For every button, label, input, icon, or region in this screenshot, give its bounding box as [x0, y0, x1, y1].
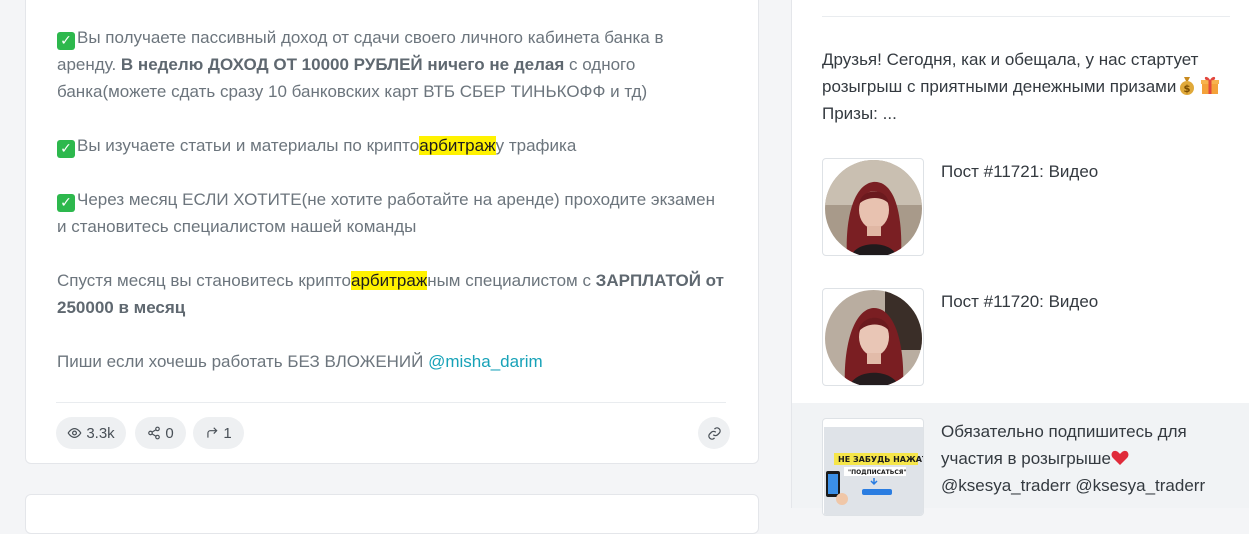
link-icon [707, 426, 721, 440]
money-bag-icon: $ [1178, 75, 1196, 95]
sidebar-intro-post[interactable]: Друзья! Сегодня, как и обещала, у нас ст… [822, 46, 1222, 127]
heart-icon [1111, 447, 1129, 465]
views-counter[interactable]: 3.3k [56, 417, 126, 449]
sidebar-divider [822, 16, 1230, 17]
post-footer-divider [56, 402, 726, 403]
shares-count: 0 [165, 424, 174, 442]
check-mark-icon: ✓ [57, 140, 75, 158]
video-thumbnail [822, 288, 924, 386]
sidebar-item-content: Обязательно подпишитесь для участия в ро… [941, 418, 1231, 499]
post-text: Через месяц ЕСЛИ ХОТИТЕ(не хотите работа… [57, 190, 715, 236]
promo-text-line1: НЕ ЗАБУДЬ НАЖАТЬ [838, 455, 924, 464]
promo-text-line2: "ПОДПИСАТЬСЯ" [848, 469, 907, 476]
svg-text:$: $ [1184, 84, 1191, 95]
check-mark-icon: ✓ [57, 32, 75, 50]
post-card: ✓ Вы получаете пассивный доход от сдачи с… [25, 0, 759, 464]
eye-icon [67, 427, 82, 439]
reposts-count: 1 [223, 424, 232, 442]
avatar [825, 160, 922, 255]
post-paragraph: Пиши если хочешь работать БЕЗ ВЛОЖЕНИЙ @… [57, 348, 727, 375]
search-highlight: арбитраж [419, 136, 496, 155]
post-paragraph: Спустя месяц вы становитесь криптоарбитр… [57, 267, 727, 321]
copy-link-button[interactable] [698, 417, 730, 449]
post-text: Пиши если хочешь работать БЕЗ ВЛОЖЕНИЙ [57, 352, 429, 371]
gift-icon [1200, 75, 1220, 95]
sidebar-item-subscribe-post[interactable]: НЕ ЗАБУДЬ НАЖАТЬ "ПОДПИСАТЬСЯ" Обязатель… [792, 403, 1249, 516]
forward-arrow-icon [207, 427, 218, 438]
sidebar-item-post-11720[interactable]: Пост #11720: Видео [792, 280, 1249, 395]
search-highlight: арбитраж [350, 271, 428, 290]
post-text: Спустя месяц вы становитесь крипто [57, 271, 351, 290]
share-nodes-icon [148, 426, 161, 440]
shares-counter[interactable]: 0 [135, 417, 186, 449]
promo-thumbnail: НЕ ЗАБУДЬ НАЖАТЬ "ПОДПИСАТЬСЯ" [822, 418, 924, 516]
post-paragraph: ✓ Вы изучаете статьи и материалы по крипт… [57, 132, 727, 159]
sidebar: Друзья! Сегодня, как и обещала, у нас ст… [791, 0, 1249, 516]
post-body: ✓ Вы получаете пассивный доход от сдачи с… [57, 24, 727, 375]
post-text: ным специалистом с [427, 271, 596, 290]
sidebar-item-title: Пост #11720: Видео [941, 292, 1099, 311]
promo-image: НЕ ЗАБУДЬ НАЖАТЬ "ПОДПИСАТЬСЯ" [824, 427, 924, 515]
sidebar-intro-text: Друзья! Сегодня, как и обещала, у нас ст… [822, 50, 1199, 96]
mention-link[interactable]: @misha_darim [428, 352, 543, 371]
post-text: у трафика [495, 136, 577, 155]
sidebar-item-title: Пост #11721: Видео [941, 162, 1099, 181]
sidebar-item-post-11721[interactable]: Пост #11721: Видео [792, 150, 1249, 265]
post-paragraph: ✓ Вы получаете пассивный доход от сдачи с… [57, 24, 727, 105]
sidebar-item-title: Обязательно подпишитесь для участия в ро… [941, 422, 1187, 468]
avatar [825, 290, 922, 385]
reposts-counter[interactable]: 1 [193, 417, 244, 449]
sidebar-intro-more: Призы: ... [822, 104, 897, 123]
post-text: Вы изучаете статьи и материалы по крипто [77, 136, 420, 155]
next-post-card [25, 494, 759, 534]
post-bold-text: В неделю ДОХОД ОТ 10000 РУБЛЕЙ ничего не… [120, 55, 565, 74]
sidebar-item-mentions: @ksesya_traderr @ksesya_traderr [941, 476, 1206, 495]
video-thumbnail [822, 158, 924, 256]
check-mark-icon: ✓ [57, 194, 75, 212]
post-paragraph: ✓ Через месяц ЕСЛИ ХОТИТЕ(не хотите работ… [57, 186, 727, 240]
views-count: 3.3k [86, 424, 115, 442]
